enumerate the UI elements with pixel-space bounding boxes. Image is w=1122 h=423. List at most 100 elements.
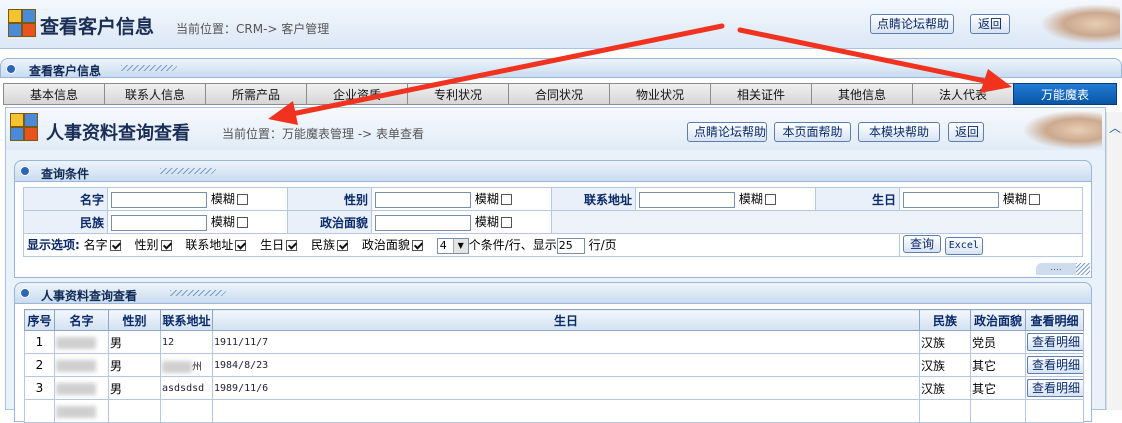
col-ethnic[interactable]: 民族 <box>919 309 971 331</box>
query-panel-title: 查询条件 <box>41 167 90 181</box>
birthday-input[interactable] <box>903 191 999 208</box>
row-political: 党员 <box>970 330 1026 354</box>
forum-help-button[interactable]: 点睛论坛帮助 <box>870 14 954 34</box>
ethnic-input[interactable] <box>111 214 207 231</box>
row-detail-cell: 查看明细 <box>1025 376 1084 400</box>
gender-fuzzy-checkbox[interactable] <box>500 194 512 206</box>
redacted-address <box>162 360 192 373</box>
section-bullet-icon <box>6 64 16 74</box>
address-input[interactable] <box>639 191 735 208</box>
col-no[interactable]: 序号 <box>24 309 55 331</box>
political-fuzzy-checkbox[interactable] <box>500 217 512 229</box>
vertical-scrollbar[interactable]: ︿ <box>1106 112 1122 410</box>
section-header: 查看客户信息 <box>0 58 1122 78</box>
row-detail-cell: 查看明细 <box>1025 330 1084 354</box>
row-name <box>54 330 109 354</box>
view-detail-button[interactable]: 查看明细 <box>1027 356 1083 374</box>
option-political-checkbox[interactable] <box>411 240 423 252</box>
option-gender-checkbox[interactable] <box>160 240 172 252</box>
tab-products[interactable]: 所需产品 <box>205 83 307 105</box>
address-fuzzy-checkbox[interactable] <box>764 194 776 206</box>
results-panel-header: 人事资料查询查看 <box>14 282 1092 304</box>
birthday-fuzzy-label: 模糊 <box>1002 192 1027 207</box>
view-detail-button[interactable]: 查看明细 <box>1027 379 1083 397</box>
row-no: 2 <box>24 353 55 377</box>
table-row <box>24 399 1084 423</box>
row-ethnic: 汉族 <box>919 376 971 400</box>
option-name[interactable]: 名字 <box>84 238 121 252</box>
redacted-name <box>56 382 96 395</box>
political-input[interactable] <box>375 214 471 231</box>
birthday-label: 生日 <box>815 187 900 211</box>
option-birthday-checkbox[interactable] <box>286 240 298 252</box>
row-birthday: 1911/11/7 <box>212 330 920 354</box>
birthday-fuzzy-checkbox[interactable] <box>1028 194 1040 206</box>
option-name-checkbox[interactable] <box>109 240 121 252</box>
excel-export-button[interactable]: Excel <box>944 237 983 255</box>
row-name <box>54 353 109 377</box>
row-no: 1 <box>24 330 55 354</box>
ethnic-label: 民族 <box>23 210 108 234</box>
option-ethnic[interactable]: 民族 <box>311 238 349 252</box>
option-political[interactable]: 政治面貌 <box>362 238 423 252</box>
name-fuzzy-checkbox[interactable] <box>236 194 248 206</box>
chevron-down-icon[interactable]: ▼ <box>452 238 468 253</box>
results-panel-title: 人事资料查询查看 <box>41 289 138 303</box>
col-gender[interactable]: 性别 <box>108 309 161 331</box>
tab-universal-table[interactable]: 万能魔表 <box>1013 83 1117 105</box>
row-political: 其它 <box>970 376 1026 400</box>
option-address-checkbox[interactable] <box>235 240 247 252</box>
scroll-up-arrow-icon[interactable]: ︿ <box>1107 120 1122 136</box>
tab-legal-rep[interactable]: 法人代表 <box>912 83 1014 105</box>
option-gender[interactable]: 性别 <box>134 238 172 252</box>
col-name[interactable]: 名字 <box>54 309 109 331</box>
collapse-toggle[interactable]: .... <box>1036 263 1076 275</box>
table-row: 3 男 asdsdsd 1989/11/6 汉族 其它 查看明细 <box>24 376 1084 400</box>
module-help-button[interactable]: 本模块帮助 <box>858 122 940 142</box>
redacted-name <box>56 405 96 418</box>
tab-contact-info[interactable]: 联系人信息 <box>104 83 206 105</box>
tab-other-info[interactable]: 其他信息 <box>811 83 913 105</box>
page-help-button[interactable]: 本页面帮助 <box>774 122 851 142</box>
tab-basic-info[interactable]: 基本信息 <box>3 83 105 105</box>
back-button[interactable]: 返回 <box>970 14 1010 34</box>
option-birthday[interactable]: 生日 <box>260 238 298 252</box>
name-input[interactable] <box>111 191 207 208</box>
handshake-image <box>1040 4 1120 44</box>
name-fuzzy-label: 模糊 <box>210 192 235 207</box>
decorative-stripes <box>170 290 226 296</box>
option-ethnic-checkbox[interactable] <box>337 240 349 252</box>
col-political[interactable]: 政治面貌 <box>970 309 1026 331</box>
row-address: 12 <box>160 330 213 354</box>
page-size-suffix: 行/页 <box>588 238 617 253</box>
resize-grip-icon[interactable] <box>1076 263 1090 275</box>
gender-input[interactable] <box>375 191 471 208</box>
option-address[interactable]: 联系地址 <box>185 238 247 252</box>
inner-handshake-image <box>1022 110 1102 150</box>
query-panel-header: 查询条件 <box>14 160 1092 182</box>
political-cell: 模糊 <box>371 210 552 234</box>
decorative-stripes <box>160 168 216 174</box>
row-political: 其它 <box>970 353 1026 377</box>
breadcrumb: 当前位置：CRM-> 客户管理 <box>176 22 330 36</box>
inner-back-button[interactable]: 返回 <box>948 122 984 142</box>
tab-certificates[interactable]: 相关证件 <box>710 83 812 105</box>
results-table: 序号 名字 性别 联系地址 生日 民族 政治面貌 查看明细 1 男 12 191… <box>24 309 1084 423</box>
view-detail-button[interactable]: 查看明细 <box>1027 333 1083 351</box>
row-gender: 男 <box>108 353 161 377</box>
inner-forum-help-button[interactable]: 点睛论坛帮助 <box>687 122 767 142</box>
tab-contract[interactable]: 合同状况 <box>508 83 610 105</box>
query-button[interactable]: 查询 <box>903 235 941 253</box>
tab-qualification[interactable]: 企业资质 <box>306 83 408 105</box>
col-detail[interactable]: 查看明细 <box>1025 309 1084 331</box>
address-label: 联系地址 <box>551 187 636 211</box>
page-size-input[interactable]: 25 <box>556 237 585 254</box>
tab-patent[interactable]: 专利状况 <box>407 83 509 105</box>
redacted-name <box>56 336 96 349</box>
tab-property[interactable]: 物业状况 <box>609 83 711 105</box>
ethnic-fuzzy-checkbox[interactable] <box>236 217 248 229</box>
per-row-select[interactable]: 4 ▼ <box>436 237 469 254</box>
empty-cell <box>551 210 1083 234</box>
col-address[interactable]: 联系地址 <box>160 309 213 331</box>
col-birthday[interactable]: 生日 <box>212 309 920 331</box>
